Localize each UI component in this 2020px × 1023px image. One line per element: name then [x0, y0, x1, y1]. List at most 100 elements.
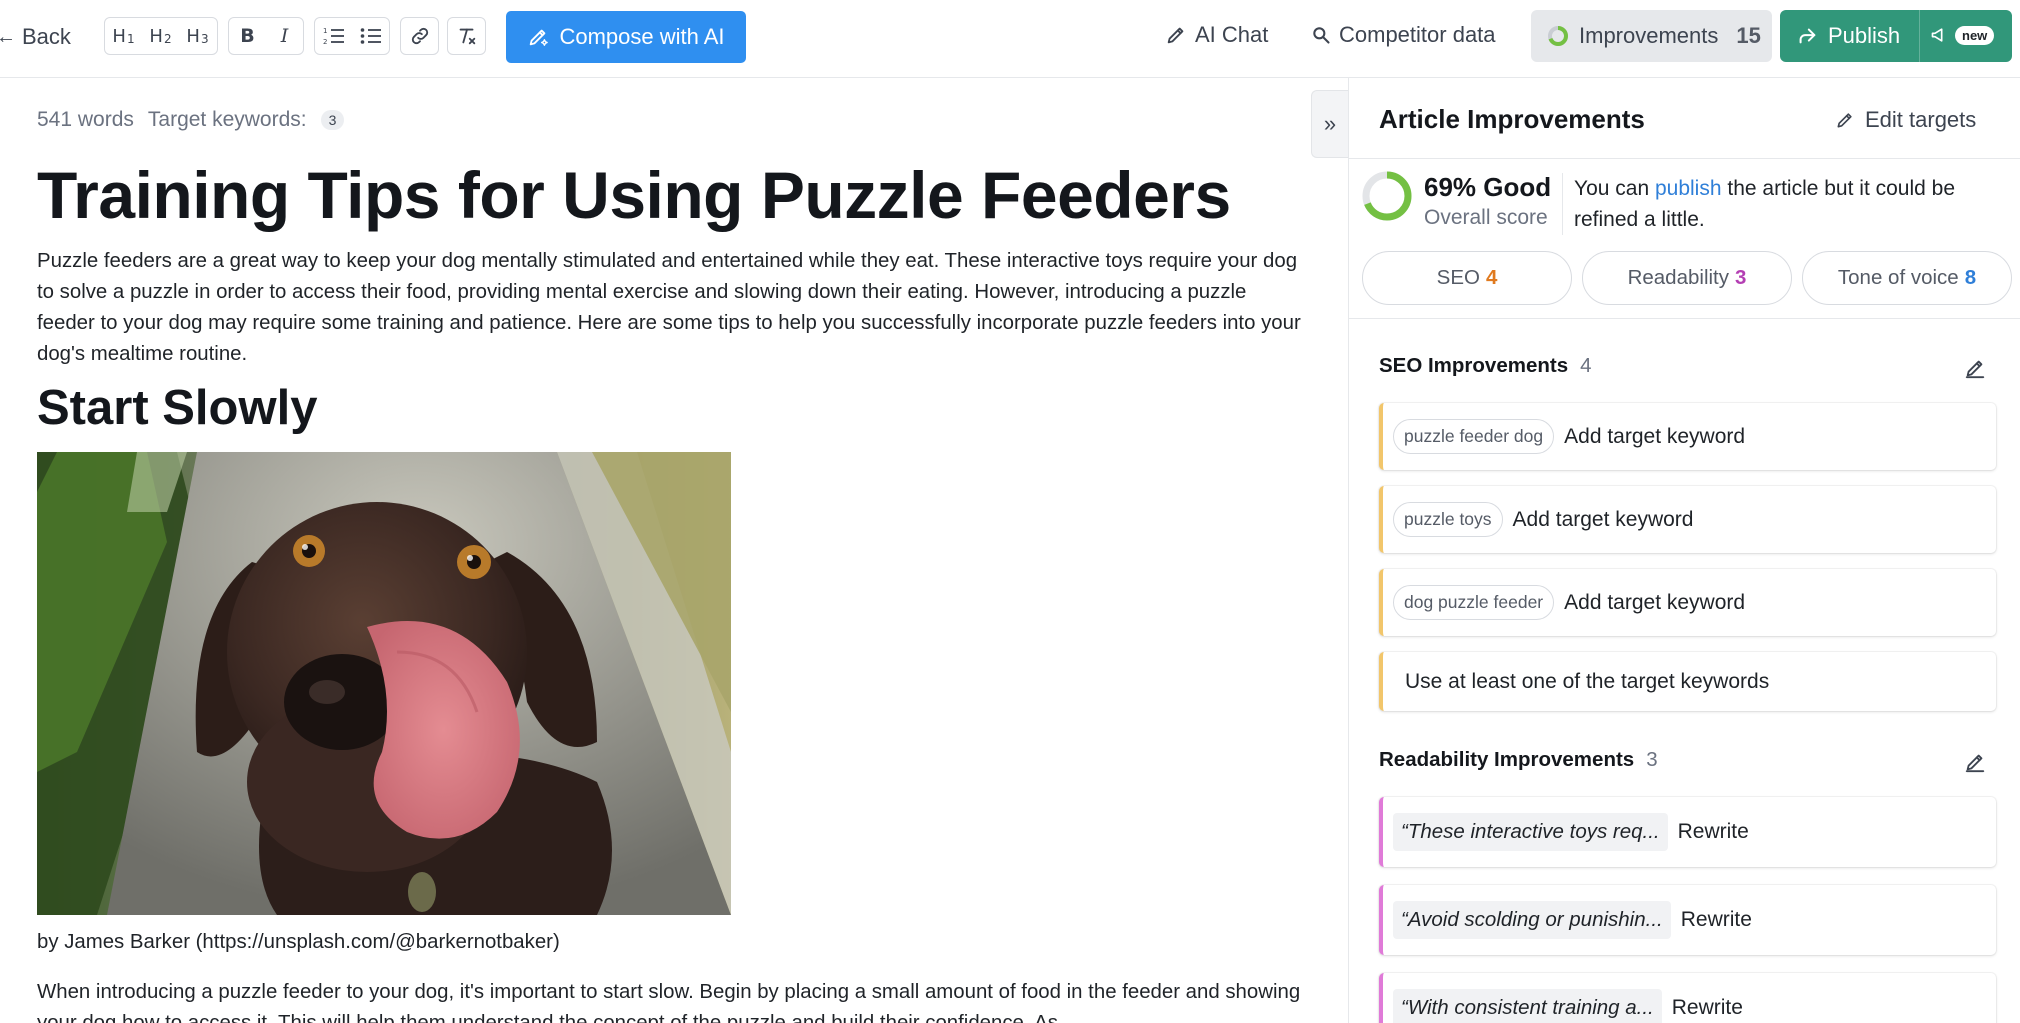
- divider: [1562, 173, 1563, 235]
- keyword-chip: puzzle toys: [1393, 502, 1503, 537]
- list-group: 1 2: [314, 17, 390, 55]
- heading-1-level: 1: [126, 32, 135, 46]
- quote-chip: “These interactive toys req...: [1393, 813, 1668, 851]
- clear-formatting-button[interactable]: [448, 18, 485, 54]
- seo-section-count: 4: [1580, 354, 1592, 377]
- italic-button[interactable]: I: [266, 18, 303, 54]
- readability-improvement-item[interactable]: “Avoid scolding or punishin... Rewrite: [1379, 885, 1996, 955]
- rewrite-action[interactable]: Rewrite: [1678, 820, 1749, 844]
- publish-divider: [1919, 10, 1920, 62]
- rewrite-action[interactable]: Rewrite: [1672, 996, 1743, 1020]
- link-button[interactable]: [401, 18, 438, 54]
- text-style-group: B I: [228, 17, 304, 55]
- divider: [1349, 158, 2020, 159]
- paragraph[interactable]: When introducing a puzzle feeder to your…: [37, 977, 1302, 1023]
- publish-button[interactable]: Publish new: [1780, 10, 2012, 62]
- chevrons-right-icon: »: [1323, 111, 1337, 136]
- target-keywords-count[interactable]: 3: [320, 110, 345, 130]
- share-arrow-icon: [1799, 28, 1816, 44]
- arrow-left-icon: ←: [0, 25, 16, 48]
- seo-improvement-item[interactable]: puzzle toys Add target keyword: [1379, 486, 1996, 553]
- magic-pen-icon: [1167, 27, 1184, 44]
- new-badge: new: [1955, 26, 1995, 45]
- readability-improvement-item[interactable]: “With consistent training a... Rewrite: [1379, 973, 1996, 1023]
- intro-paragraph[interactable]: Puzzle feeders are a great way to keep y…: [37, 246, 1302, 370]
- bullet-list-button[interactable]: [352, 18, 389, 54]
- seo-improvement-item[interactable]: dog puzzle feeder Add target keyword: [1379, 569, 1996, 636]
- seo-improvement-item[interactable]: puzzle feeder dog Add target keyword: [1379, 403, 1996, 470]
- readability-section-title: Readability Improvements 3: [1379, 748, 1658, 772]
- heading-2-button[interactable]: H2: [142, 18, 179, 54]
- heading-2-letter: H: [149, 25, 163, 47]
- overall-score-label: Overall score: [1424, 206, 1548, 229]
- pencil-icon[interactable]: [1964, 751, 1986, 773]
- top-toolbar: ← Back H1 H2 H3 B I 1 2 Compose with AI …: [0, 0, 2020, 78]
- readability-section-label: Readability Improvements: [1379, 748, 1635, 771]
- improvements-button[interactable]: Improvements 15: [1531, 10, 1772, 62]
- score-message-start: You can: [1574, 177, 1655, 200]
- pencil-icon[interactable]: [1964, 357, 1986, 379]
- megaphone-icon[interactable]: [1930, 24, 1950, 46]
- quote-chip: “With consistent training a...: [1393, 989, 1662, 1023]
- improvements-count: 15: [1736, 23, 1761, 48]
- ordered-list-button[interactable]: 1 2: [315, 18, 352, 54]
- target-keywords-label: Target keywords:: [147, 108, 307, 131]
- panel-title: Article Improvements: [1379, 104, 1645, 134]
- score-message: You can publish the article but it could…: [1574, 173, 2004, 235]
- article-title[interactable]: Training Tips for Using Puzzle Feeders: [37, 157, 1231, 233]
- tab-tone-count: 8: [1964, 266, 1977, 289]
- tab-seo-label: SEO: [1436, 266, 1480, 289]
- magic-pen-icon: [530, 29, 549, 46]
- article-editor[interactable]: 541 words Target keywords: 3 Training Ti…: [0, 78, 1310, 1023]
- competitor-data-button[interactable]: Competitor data: [1311, 22, 1496, 48]
- dog-photo[interactable]: [37, 452, 731, 915]
- tab-readability-label: Readability: [1627, 266, 1729, 289]
- section-heading[interactable]: Start Slowly: [37, 380, 317, 436]
- rewrite-action[interactable]: Rewrite: [1681, 908, 1752, 932]
- clear-format-group: [447, 17, 486, 55]
- heading-3-button[interactable]: H3: [179, 18, 216, 54]
- edit-targets-button[interactable]: Edit targets: [1835, 107, 1976, 133]
- readability-improvement-item[interactable]: “These interactive toys req... Rewrite: [1379, 797, 1996, 867]
- readability-section-count: 3: [1646, 748, 1658, 771]
- bold-icon: B: [240, 25, 255, 47]
- heading-1-letter: H: [112, 25, 126, 47]
- bold-button[interactable]: B: [229, 18, 266, 54]
- improvement-action: Use at least one of the target keywords: [1405, 669, 1770, 693]
- improvement-action: Add target keyword: [1512, 507, 1694, 531]
- improvement-action: Add target keyword: [1564, 424, 1746, 448]
- link-group: [400, 17, 439, 55]
- heading-1-button[interactable]: H1: [105, 18, 142, 54]
- keyword-chip: dog puzzle feeder: [1393, 585, 1555, 620]
- collapse-panel-button[interactable]: »: [1311, 90, 1348, 158]
- compose-with-ai-button[interactable]: Compose with AI: [506, 11, 746, 63]
- search-icon: [1313, 27, 1330, 44]
- ai-chat-button[interactable]: AI Chat: [1165, 22, 1268, 48]
- article-meta: 541 words Target keywords: 3: [37, 108, 345, 132]
- quote-chip: “Avoid scolding or punishin...: [1393, 901, 1671, 939]
- score-ring-icon: [1548, 26, 1568, 46]
- publish-label: Publish: [1828, 23, 1901, 48]
- bullet-list-icon: [360, 28, 381, 44]
- keyword-chip: puzzle feeder dog: [1393, 419, 1555, 454]
- back-label: Back: [22, 24, 71, 49]
- seo-improvement-item[interactable]: Use at least one of the target keywords: [1379, 652, 1996, 711]
- tab-seo[interactable]: SEO 4: [1362, 251, 1572, 305]
- seo-section-title: SEO Improvements 4: [1379, 354, 1592, 378]
- heading-format-group: H1 H2 H3: [104, 17, 218, 55]
- divider: [1349, 318, 2020, 319]
- tab-tone-of-voice[interactable]: Tone of voice 8: [1802, 251, 2012, 305]
- edit-targets-label: Edit targets: [1865, 107, 1977, 132]
- dog-photo-illustration: [37, 452, 731, 915]
- tab-readability-count: 3: [1735, 266, 1747, 289]
- back-button[interactable]: ← Back: [0, 22, 71, 52]
- tab-readability[interactable]: Readability 3: [1582, 251, 1792, 305]
- seo-section-label: SEO Improvements: [1379, 354, 1569, 377]
- svg-text:1: 1: [323, 27, 327, 35]
- clear-formatting-icon: [459, 28, 475, 45]
- publish-link[interactable]: publish: [1655, 177, 1722, 200]
- image-caption[interactable]: by James Barker (https://unsplash.com/@b…: [37, 931, 560, 954]
- word-count: 541 words: [37, 108, 134, 131]
- heading-2-level: 2: [163, 32, 172, 46]
- italic-icon: I: [280, 25, 289, 47]
